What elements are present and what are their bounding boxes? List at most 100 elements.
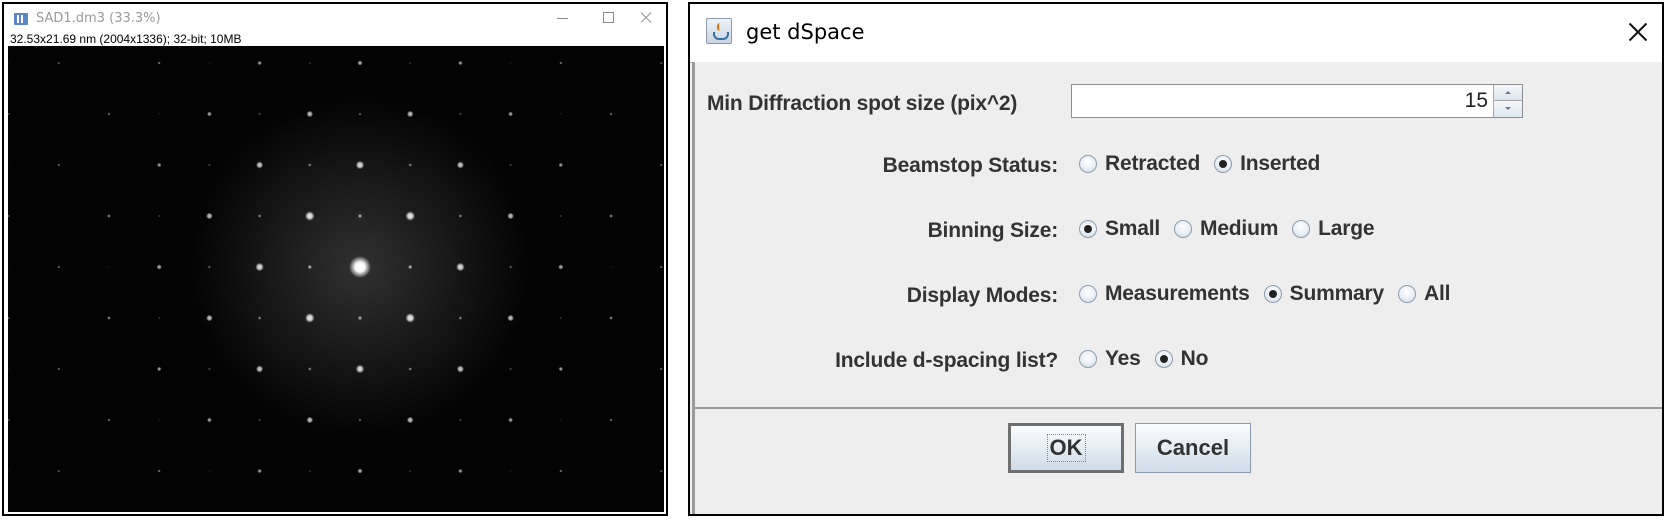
imagej-icon — [14, 13, 28, 25]
diffraction-spot — [257, 214, 262, 218]
min-spot-size-spinner[interactable] — [1071, 84, 1523, 118]
maximize-button[interactable] — [585, 4, 631, 32]
minimize-button[interactable] — [539, 4, 585, 32]
binning-size-label: Binning Size: — [927, 219, 1059, 242]
diffraction-spot — [405, 211, 416, 221]
radio-measurements[interactable]: Measurements — [1079, 282, 1250, 306]
radio-button-checked[interactable] — [1079, 220, 1097, 238]
radio-large[interactable]: Large — [1292, 217, 1375, 241]
diffraction-spot — [108, 164, 110, 166]
diffraction-spot — [256, 161, 264, 169]
radio-button[interactable] — [1079, 285, 1097, 303]
diffraction-spot — [307, 264, 312, 270]
radio-button[interactable] — [1397, 285, 1416, 303]
diffraction-spot — [456, 262, 465, 272]
radio-retracted[interactable]: Retracted — [1079, 152, 1200, 176]
radio-all[interactable]: All — [1397, 282, 1450, 306]
ok-button[interactable]: OK — [1008, 423, 1124, 473]
diffraction-spot — [559, 316, 562, 320]
diffraction-spot — [157, 61, 161, 65]
diffraction-spot — [458, 316, 463, 320]
spinner-up-button[interactable] — [1494, 85, 1522, 101]
diffraction-spot — [458, 214, 463, 218]
diffraction-spot — [107, 112, 111, 116]
radio-small[interactable]: Small — [1079, 217, 1160, 241]
diffraction-spot — [357, 468, 363, 474]
diffraction-spot — [108, 266, 110, 268]
radio-button[interactable] — [1292, 220, 1311, 238]
radio-button-checked[interactable] — [1214, 155, 1233, 173]
diffraction-spot — [308, 163, 312, 167]
spinner-buttons — [1493, 85, 1522, 117]
binning-size-options: Small Medium Large — [1079, 217, 1388, 241]
diffraction-spot — [558, 366, 563, 372]
dialog-titlebar[interactable]: get dSpace — [690, 4, 1662, 63]
diffraction-spot — [257, 316, 262, 320]
diffraction-spot — [57, 469, 61, 473]
diffraction-spot — [8, 62, 10, 64]
diffraction-spot — [507, 314, 514, 322]
central-beam-spot — [349, 256, 371, 278]
diffraction-spot — [306, 110, 314, 118]
diffraction-spot — [208, 470, 211, 472]
radio-button-checked[interactable] — [1263, 285, 1282, 303]
diffraction-spot — [509, 367, 512, 371]
diffraction-spot — [458, 60, 463, 66]
diffraction-pattern — [8, 60, 663, 474]
cancel-button[interactable]: Cancel — [1135, 423, 1251, 473]
diffraction-spot — [409, 61, 412, 65]
diffraction-spot — [358, 418, 362, 422]
min-spot-size-input[interactable] — [1072, 85, 1492, 117]
image-window-titlebar[interactable]: SAD1.dm3 (33.3%) — [4, 4, 666, 32]
diffraction-spot — [459, 418, 462, 422]
diffraction-spot — [558, 162, 563, 168]
diffraction-spot — [206, 314, 213, 322]
radio-yes[interactable]: Yes — [1079, 347, 1141, 371]
diffraction-spot — [408, 367, 412, 371]
java-cup-icon — [706, 18, 732, 44]
diffraction-spot — [660, 215, 662, 217]
diffraction-spot — [660, 419, 662, 421]
diffraction-spot — [660, 317, 662, 319]
include-dspacing-row: Include d-spacing list? Yes No — [695, 339, 1662, 379]
radio-inserted[interactable]: Inserted — [1214, 152, 1320, 176]
diffraction-spot — [158, 214, 161, 218]
diffraction-spot — [357, 315, 363, 321]
diffraction-spot — [507, 212, 514, 220]
include-dspacing-options: Yes No — [1079, 347, 1222, 371]
get-dspace-dialog: get dSpace Min Diffraction spot size (pi… — [688, 2, 1664, 516]
diffraction-spot — [206, 212, 213, 220]
diffraction-spot — [406, 416, 414, 424]
diffraction-spot — [8, 214, 10, 218]
close-button[interactable] — [631, 4, 667, 32]
diffraction-spot — [559, 469, 563, 473]
radio-button[interactable] — [1079, 350, 1097, 368]
radio-medium[interactable]: Medium — [1174, 217, 1278, 241]
dialog-close-button[interactable] — [1622, 16, 1654, 48]
image-window-title: SAD1.dm3 (33.3%) — [36, 11, 161, 26]
diffraction-spot — [458, 468, 463, 474]
radio-no[interactable]: No — [1154, 347, 1208, 371]
diffraction-image-canvas[interactable] — [8, 46, 664, 512]
diffraction-spot — [355, 160, 365, 170]
radio-button[interactable] — [1079, 155, 1097, 173]
min-spot-size-label: Min Diffraction spot size (pix^2) — [707, 92, 1018, 115]
radio-summary[interactable]: Summary — [1263, 282, 1384, 306]
radio-button[interactable] — [1174, 220, 1193, 238]
diffraction-spot — [659, 61, 663, 65]
diffraction-spot — [610, 368, 612, 370]
spinner-down-button[interactable] — [1494, 101, 1522, 117]
diffraction-spot — [8, 112, 10, 116]
diffraction-spot — [459, 112, 462, 116]
diffraction-spot — [58, 113, 60, 115]
diffraction-spot — [610, 470, 612, 472]
diffraction-spot — [8, 418, 10, 422]
diffraction-spot — [456, 365, 464, 373]
diffraction-spot — [308, 61, 311, 65]
diffraction-spot — [257, 468, 262, 474]
diffraction-spot — [509, 265, 513, 269]
diffraction-spot — [508, 111, 513, 117]
diffraction-spot — [659, 367, 663, 371]
radio-button-checked[interactable] — [1154, 350, 1173, 368]
diffraction-spot — [609, 112, 613, 116]
